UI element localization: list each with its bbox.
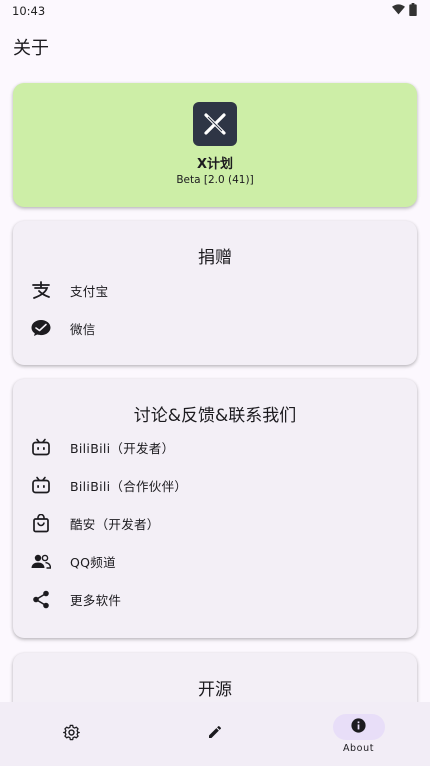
donate-item-label: 微信 [70, 321, 96, 337]
share-icon [30, 588, 52, 610]
contact-item-label: BiliBili（合作伙伴） [70, 478, 188, 494]
donate-card: 捐赠 支付宝 微信 [13, 221, 417, 365]
battery-icon [409, 3, 417, 19]
app-logo-icon [193, 102, 237, 146]
app-version: Beta [2.0 (41)] [176, 174, 254, 186]
nav-settings[interactable] [0, 702, 143, 766]
group-icon [30, 550, 52, 572]
app-info-card: X计划 Beta [2.0 (41)] [13, 83, 417, 207]
bottom-navigation: About [0, 702, 430, 766]
status-time: 10:43 [12, 4, 46, 18]
contact-item-bilibili-dev[interactable]: BiliBili（开发者） [13, 430, 417, 464]
pencil-icon [207, 724, 223, 744]
nav-about[interactable]: About [287, 702, 430, 766]
nav-edit[interactable] [143, 702, 286, 766]
info-icon [350, 717, 367, 738]
donate-heading: 捐赠 [198, 248, 232, 268]
contact-item-label: BiliBili（开发者） [70, 440, 175, 456]
contact-item-qq-channel[interactable]: QQ频道 [13, 544, 417, 578]
nav-edit-pill [189, 721, 241, 747]
status-bar: 10:43 [0, 0, 430, 22]
app-name: X计划 [196, 157, 234, 172]
status-icons [392, 3, 417, 19]
contact-item-label: QQ频道 [70, 554, 116, 570]
contact-item-more-apps[interactable]: 更多软件 [13, 582, 417, 616]
bilibili-icon [30, 474, 52, 496]
wifi-icon [392, 4, 405, 18]
donate-item-label: 支付宝 [70, 283, 109, 299]
open-source-heading: 开源 [198, 680, 232, 700]
wechat-icon [30, 317, 52, 339]
shopping-bag-icon [30, 512, 52, 534]
donate-item-alipay[interactable]: 支付宝 [13, 273, 417, 307]
alipay-icon [30, 279, 52, 301]
nav-about-pill [332, 714, 385, 740]
contact-card: 讨论&反馈&联系我们 BiliBili（开发者） BiliBili（合作伙伴） [13, 379, 417, 638]
contact-item-label: 酷安（开发者） [70, 516, 160, 532]
contact-item-bilibili-partner[interactable]: BiliBili（合作伙伴） [13, 468, 417, 502]
donate-item-wechat[interactable]: 微信 [13, 311, 417, 345]
page-title: 关于 [13, 38, 49, 59]
nav-settings-pill [46, 721, 98, 747]
nav-about-label: About [342, 743, 375, 754]
contact-heading: 讨论&反馈&联系我们 [133, 406, 297, 426]
contact-item-label: 更多软件 [70, 592, 122, 608]
bilibili-icon [30, 436, 52, 458]
gear-icon [63, 724, 80, 745]
contact-item-coolapk[interactable]: 酷安（开发者） [13, 506, 417, 540]
